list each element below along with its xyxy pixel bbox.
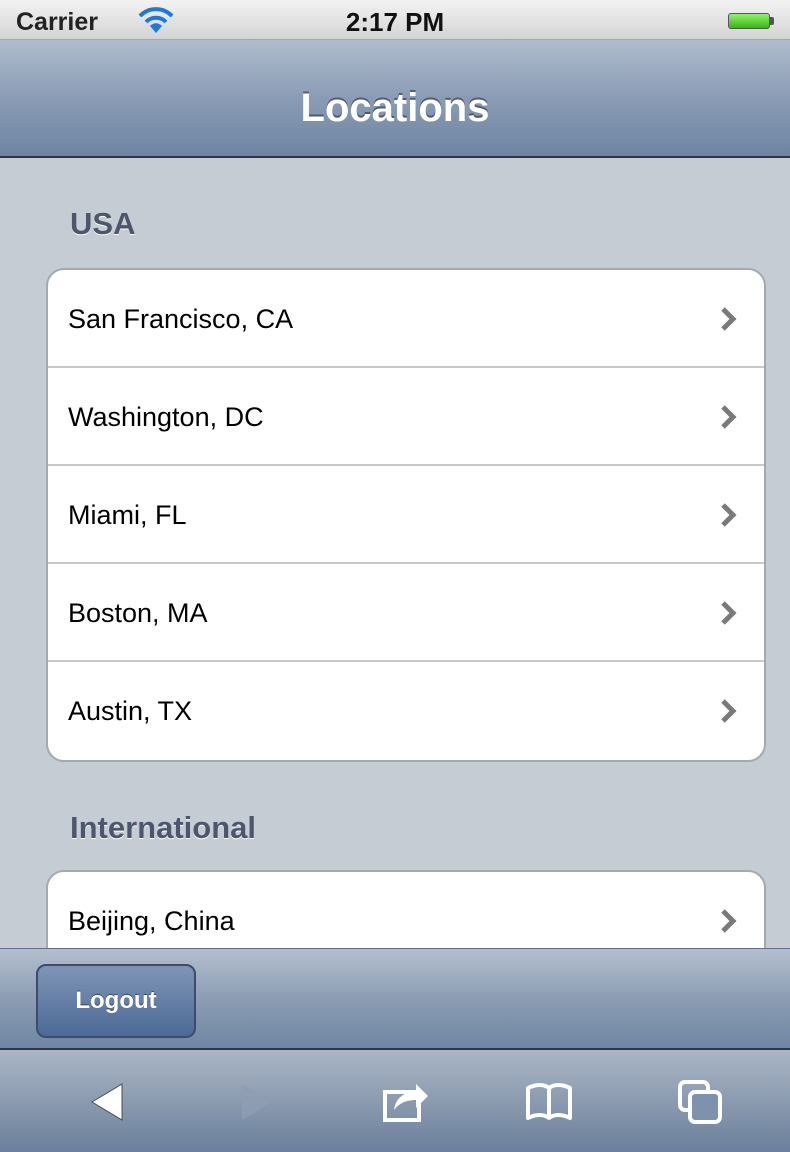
list-item-miami[interactable]: Miami, FL bbox=[48, 466, 764, 564]
list-item-austin[interactable]: Austin, TX bbox=[48, 662, 764, 760]
chevron-right-icon bbox=[721, 909, 737, 933]
browser-toolbar bbox=[0, 1050, 790, 1152]
section-header-usa: USA bbox=[70, 206, 136, 241]
list-item-label: Miami, FL bbox=[68, 500, 187, 530]
status-bar: Carrier 2:17 PM bbox=[0, 0, 790, 40]
list-item-label: San Francisco, CA bbox=[68, 304, 294, 334]
chevron-right-icon bbox=[721, 503, 737, 527]
forward-icon[interactable] bbox=[230, 1078, 280, 1126]
chevron-right-icon bbox=[721, 601, 737, 625]
chevron-right-icon bbox=[721, 405, 737, 429]
list-item-washington[interactable]: Washington, DC bbox=[48, 368, 764, 466]
battery-icon bbox=[728, 13, 770, 29]
list-item-label: Austin, TX bbox=[68, 696, 193, 726]
logout-button[interactable]: Logout bbox=[36, 964, 196, 1038]
bookmarks-icon[interactable] bbox=[524, 1078, 574, 1126]
list-item-label: Washington, DC bbox=[68, 402, 264, 432]
usa-locations-list: San Francisco, CA Washington, DC Miami, … bbox=[46, 268, 766, 762]
list-item-san-francisco[interactable]: San Francisco, CA bbox=[48, 270, 764, 368]
chevron-right-icon bbox=[721, 699, 737, 723]
list-item-label: Boston, MA bbox=[68, 598, 208, 628]
share-icon[interactable] bbox=[380, 1078, 430, 1126]
chevron-right-icon bbox=[721, 307, 737, 331]
status-time: 2:17 PM bbox=[345, 7, 445, 37]
list-item-boston[interactable]: Boston, MA bbox=[48, 564, 764, 662]
navigation-bar: Locations bbox=[0, 40, 790, 158]
section-header-international: International bbox=[70, 810, 257, 845]
battery-tip bbox=[770, 17, 774, 25]
list-item-label: Beijing, China bbox=[68, 906, 235, 936]
back-icon[interactable] bbox=[84, 1078, 134, 1126]
bottom-toolbar: Logout bbox=[0, 948, 790, 1050]
page-title: Locations bbox=[300, 86, 490, 130]
tabs-icon[interactable] bbox=[676, 1078, 726, 1126]
